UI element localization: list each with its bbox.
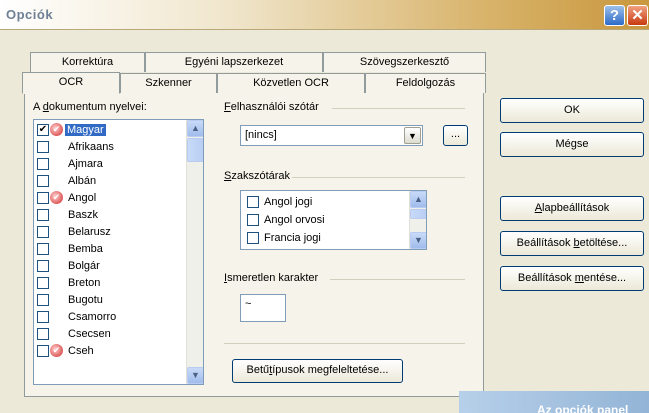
close-button[interactable]: ✕ (627, 5, 648, 26)
list-item[interactable]: Angol orvosi (241, 212, 401, 229)
chevron-down-icon[interactable]: ▼ (404, 127, 421, 144)
cancel-button[interactable]: Mégse (500, 132, 644, 157)
list-item[interactable]: Breton (34, 275, 184, 292)
list-item[interactable]: Baszk (34, 207, 184, 224)
checkbox[interactable] (37, 277, 49, 289)
save-settings-button[interactable]: Beállítások mentése... (500, 266, 644, 291)
list-item[interactable]: Angol jogi (241, 194, 401, 211)
group-divider (332, 108, 465, 109)
load-settings-button[interactable]: Beállítások betöltése... (500, 231, 644, 256)
scroll-up-arrow-icon[interactable]: ▲ (187, 120, 203, 137)
checkbox[interactable] (37, 175, 49, 187)
special-dicts-label: Szakszótárak (224, 170, 291, 182)
browse-button[interactable]: ... (443, 125, 468, 146)
user-dict-select[interactable]: [nincs] ▼ (240, 125, 423, 146)
user-dict-label: Felhasználói szótár (224, 101, 319, 113)
list-item[interactable]: Albán (34, 173, 184, 190)
scroll-down-arrow-icon[interactable]: ▼ (187, 367, 203, 384)
tab-ocr[interactable]: OCR (22, 72, 120, 94)
language-list[interactable]: ✔ ✔ Magyar Afrikaans Ajmara Albán ✔ Angol B… (33, 119, 204, 385)
title-bar[interactable]: Opciók ? ✕ (0, 0, 649, 30)
caption-overlay: Az opciók panel (459, 391, 649, 413)
special-dict-scrollbar[interactable]: ▲ ▼ (409, 191, 426, 249)
list-item[interactable]: Afrikaans (34, 139, 184, 156)
scroll-down-arrow-icon[interactable]: ▼ (410, 232, 426, 249)
font-mapping-button[interactable]: Betűtípusok megfeleltetése... (232, 359, 403, 383)
checkbox[interactable] (37, 260, 49, 272)
tab-szkenner[interactable]: Szkenner (120, 73, 217, 93)
tab-szovegszerkeszto[interactable]: Szövegszerkesztő (323, 52, 486, 72)
list-item[interactable]: Bemba (34, 241, 184, 258)
help-button[interactable]: ? (604, 5, 625, 26)
checkbox[interactable] (247, 196, 259, 208)
dictionary-flag-icon: ✔ (50, 344, 63, 357)
checkbox[interactable] (37, 243, 49, 255)
tab-egyeni-lapszerkezet[interactable]: Egyéni lapszerkezet (145, 52, 323, 72)
list-item[interactable]: Belarusz (34, 224, 184, 241)
tab-kozvetlen-ocr[interactable]: Közvetlen OCR (217, 73, 365, 93)
scroll-thumb[interactable] (410, 209, 426, 219)
checkbox[interactable] (37, 328, 49, 340)
checkbox[interactable] (37, 141, 49, 153)
tab-korrektura[interactable]: Korrektúra (30, 52, 145, 72)
list-item[interactable]: Csecsen (34, 326, 184, 343)
dictionary-flag-icon: ✔ (50, 123, 63, 136)
special-dict-list[interactable]: Angol jogi Angol orvosi Francia jogi ▲ ▼ (240, 190, 427, 250)
list-item[interactable]: Ajmara (34, 156, 184, 173)
language-list-scrollbar[interactable]: ▲ ▼ (186, 120, 203, 384)
group-divider (224, 343, 465, 344)
list-item[interactable]: Bolgár (34, 258, 184, 275)
list-item[interactable]: Csamorro (34, 309, 184, 326)
defaults-button[interactable]: Alapbeállítások (500, 196, 644, 221)
languages-label: A dokumentum nyelvei: (33, 101, 147, 113)
checkbox-checked[interactable]: ✔ (37, 124, 49, 136)
checkbox[interactable] (37, 311, 49, 323)
group-divider (292, 177, 465, 178)
checkbox[interactable] (37, 158, 49, 170)
unknown-char-label: Ismeretlen karakter (224, 272, 319, 284)
options-dialog: Opciók ? ✕ Korrektúra Egyéni lapszerkeze… (0, 0, 649, 413)
scroll-up-arrow-icon[interactable]: ▲ (410, 191, 426, 208)
list-item[interactable]: ✔ Cseh (34, 343, 184, 360)
list-item[interactable]: Francia jogi (241, 230, 401, 247)
dialog-title: Opciók (6, 7, 54, 22)
checkbox[interactable] (37, 192, 49, 204)
checkbox[interactable] (247, 214, 259, 226)
scroll-thumb[interactable] (187, 138, 203, 162)
checkbox[interactable] (37, 345, 49, 357)
checkbox[interactable] (247, 232, 259, 244)
list-item[interactable]: ✔ Angol (34, 190, 184, 207)
dictionary-flag-icon: ✔ (50, 191, 63, 204)
list-item[interactable]: Bugotu (34, 292, 184, 309)
list-item-magyar[interactable]: ✔ ✔ Magyar (34, 122, 184, 139)
checkbox[interactable] (37, 294, 49, 306)
checkbox[interactable] (37, 226, 49, 238)
unknown-char-input[interactable]: ~ (240, 294, 286, 322)
ok-button[interactable]: OK (500, 98, 644, 123)
tab-feldolgozas[interactable]: Feldolgozás (365, 73, 486, 93)
checkbox[interactable] (37, 209, 49, 221)
group-divider (330, 279, 465, 280)
